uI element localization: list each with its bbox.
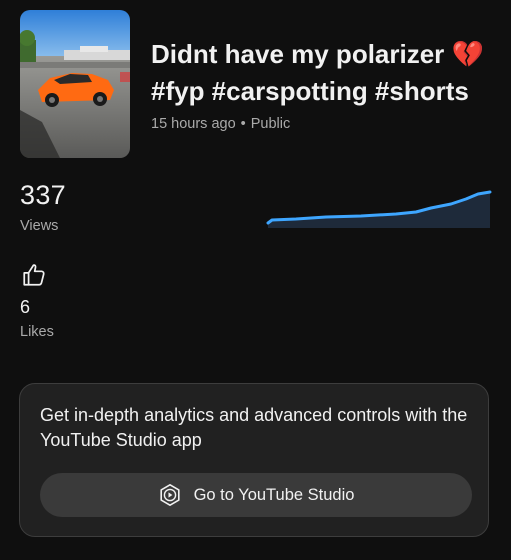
likes-label: Likes bbox=[20, 324, 54, 340]
video-meta: 15 hours ago • Public bbox=[151, 116, 290, 132]
meta-separator: • bbox=[240, 116, 246, 132]
studio-button-label: Go to YouTube Studio bbox=[193, 485, 355, 504]
studio-promo-card: Get in-depth analytics and advanced cont… bbox=[19, 383, 489, 537]
views-count: 337 bbox=[20, 180, 66, 210]
video-thumbnail[interactable] bbox=[20, 10, 130, 158]
thumbs-up-icon[interactable] bbox=[21, 262, 47, 288]
youtube-studio-icon bbox=[158, 483, 182, 507]
go-to-youtube-studio-button[interactable]: Go to YouTube Studio bbox=[40, 473, 472, 517]
likes-count: 6 bbox=[20, 297, 31, 317]
views-sparkline bbox=[266, 190, 492, 228]
promo-text: Get in-depth analytics and advanced cont… bbox=[40, 405, 468, 450]
orange-supercar-thumbnail-image bbox=[20, 10, 130, 158]
video-title: Didnt have my polarizer 💔 #fyp #carspott… bbox=[151, 39, 484, 106]
views-label: Views bbox=[20, 218, 59, 234]
posted-time: 15 hours ago bbox=[151, 116, 236, 132]
visibility-status: Public bbox=[250, 116, 291, 132]
